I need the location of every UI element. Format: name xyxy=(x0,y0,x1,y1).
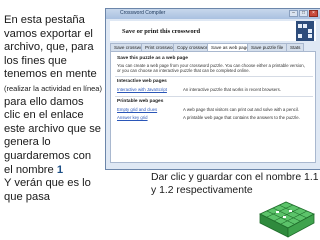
instruction-line1: En esta pestaña vamos exportar el archiv… xyxy=(4,14,97,81)
web-page-panel: Save this puzzle as a web page You can c… xyxy=(110,51,316,163)
section-web-page-title: Save this puzzle as a web page xyxy=(117,56,188,61)
instruction-number: 1 xyxy=(56,163,64,176)
divider xyxy=(115,96,313,97)
interactive-javascript-link[interactable]: Interactive with JavaScript xyxy=(117,87,167,92)
instruction-line2: para ello damos clic en el enlace este a… xyxy=(4,95,102,176)
dialog-tabs: Save crossword Print crossword Copy cros… xyxy=(110,43,316,51)
section-printable-title: Printable web pages xyxy=(117,99,164,104)
instruction-small-note: (realizar la actividad en línea) xyxy=(4,83,102,93)
answer-key-desc: A printable web page that contains the a… xyxy=(183,115,300,120)
crossword-logo-icon xyxy=(296,21,314,41)
tab-save-as-web-page[interactable]: Save as web page xyxy=(207,43,253,51)
instruction-text: En esta pestaña vamos exportar el archiv… xyxy=(4,14,102,204)
empty-grid-desc: A web page that visitors can print out a… xyxy=(183,107,299,112)
instruction-line3: Y verán que es lo que pasa xyxy=(4,177,91,203)
tab-stats[interactable]: Stats xyxy=(286,43,305,51)
interactive-desc: An interactive puzzle that works in rece… xyxy=(183,87,281,92)
empty-grid-link[interactable]: Empty grid and clues xyxy=(117,107,157,112)
dialog-header: Save or print this crossword xyxy=(110,21,316,41)
export-dialog: Crossword Compiler – □ × Save or print t… xyxy=(105,8,320,170)
section-interactive-title: Interactive web pages xyxy=(117,79,167,84)
section-web-page-desc: You can create a web page from your cros… xyxy=(117,63,305,74)
dialog-titlebar: Crossword Compiler – □ × xyxy=(106,9,320,19)
answer-key-link[interactable]: Answer key grid xyxy=(117,115,148,120)
dialog-title: Crossword Compiler xyxy=(120,10,166,16)
minimize-button[interactable]: – xyxy=(289,10,298,17)
close-button[interactable]: × xyxy=(309,10,318,17)
cube-decoration-icon xyxy=(259,201,315,238)
header-title: Save or print this crossword xyxy=(122,28,201,35)
tab-save-puzzle-file[interactable]: Save puzzle file xyxy=(247,43,288,51)
divider xyxy=(115,76,313,77)
maximize-button[interactable]: □ xyxy=(299,10,308,17)
bottom-instruction: Dar clic y guardar con el nombre 1.1 y 1… xyxy=(151,172,319,196)
